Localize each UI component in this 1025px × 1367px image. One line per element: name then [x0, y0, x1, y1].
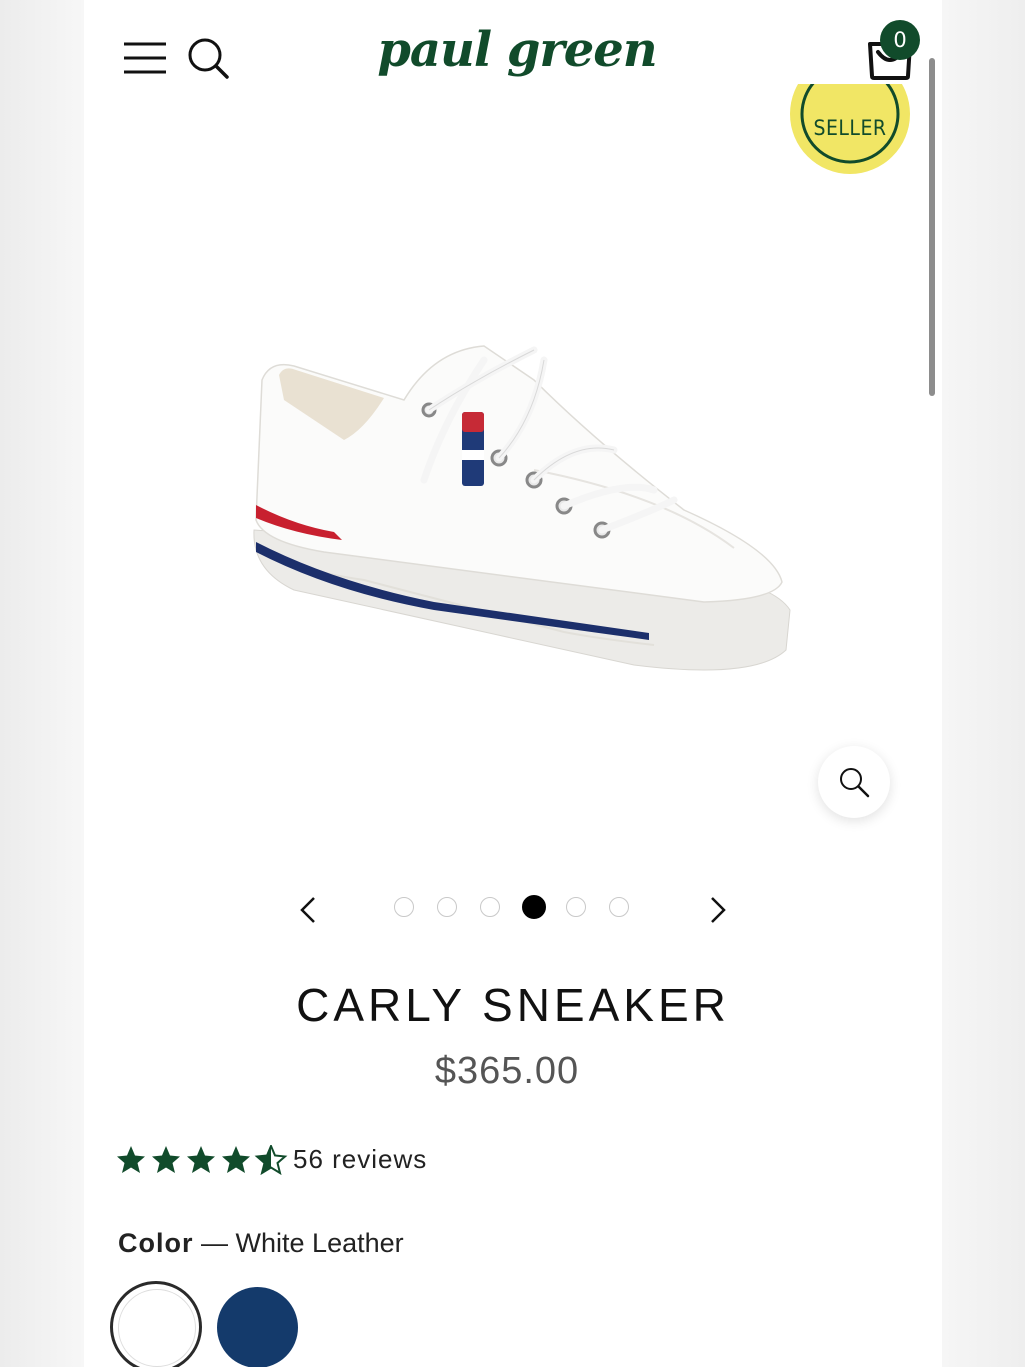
hamburger-menu-icon[interactable]	[122, 38, 168, 76]
carousel-next-chevron-right-icon[interactable]	[704, 890, 734, 930]
carousel-dot-3[interactable]	[480, 897, 500, 917]
carousel-dot-1[interactable]	[394, 897, 414, 917]
star-rating-icon	[117, 1145, 286, 1174]
logo-text: paul green	[377, 22, 656, 78]
reviews-summary[interactable]: 56 reviews	[116, 1142, 516, 1178]
carousel-dot-5[interactable]	[566, 897, 586, 917]
best-seller-badge: SELLER	[790, 84, 910, 178]
page-backdrop-left	[0, 0, 84, 1367]
product-page: paul green 0 SELLER CARLY SNEAKER $365.0…	[84, 0, 942, 1367]
page-backdrop-right	[942, 0, 1025, 1367]
search-icon[interactable]	[186, 36, 230, 80]
product-image[interactable]	[234, 320, 804, 700]
product-price: $365.00	[434, 1050, 580, 1092]
zoom-button[interactable]	[818, 746, 890, 818]
carousel-dot-4-active[interactable]	[522, 895, 546, 919]
color-separator: —	[201, 1228, 229, 1258]
cart-count-badge: 0	[880, 20, 920, 60]
product-title: CARLY SNEAKER	[296, 979, 730, 1031]
scrollbar[interactable]	[929, 58, 935, 396]
carousel-dots	[392, 895, 642, 921]
badge-text: SELLER	[813, 116, 887, 140]
carousel-dot-2[interactable]	[437, 897, 457, 917]
zoom-search-icon	[840, 768, 870, 798]
carousel-prev-chevron-left-icon[interactable]	[292, 890, 322, 930]
color-selected-row: Color — White Leather	[118, 1228, 818, 1264]
color-label: Color	[118, 1228, 194, 1258]
color-swatch-navy[interactable]	[217, 1287, 298, 1367]
paul-green-logo[interactable]: paul green	[372, 18, 662, 98]
color-selected-value: White Leather	[235, 1228, 404, 1258]
review-count: 56 reviews	[293, 1144, 428, 1174]
swatch-fill	[118, 1289, 196, 1367]
carousel-dot-6[interactable]	[609, 897, 629, 917]
color-swatch-white-leather[interactable]	[110, 1281, 202, 1367]
